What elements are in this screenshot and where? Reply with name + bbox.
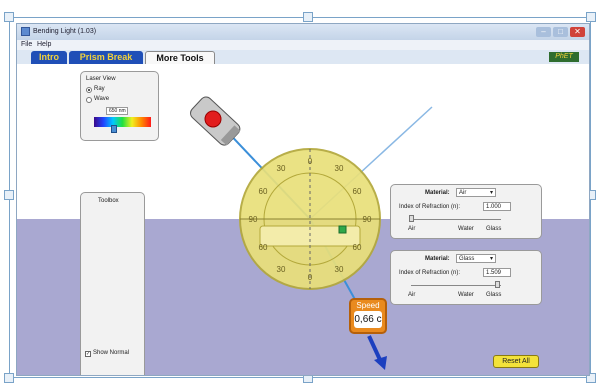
speed-value: 0,66 c bbox=[354, 311, 382, 328]
lower-index-label: Index of Refraction (n): bbox=[399, 270, 461, 276]
lower-material-value: Glass bbox=[459, 256, 475, 262]
resize-handle-left[interactable] bbox=[4, 190, 14, 200]
upper-medium-panel: Material: Air ▾ Index of Refraction (n):… bbox=[390, 184, 542, 239]
protractor-label: 0 bbox=[308, 273, 313, 282]
lower-material-label: Material: bbox=[425, 256, 450, 262]
upper-scale-water: Water bbox=[458, 226, 474, 232]
simulation-area: 0 30 60 90 60 30 0 30 60 90 60 30 Laser … bbox=[17, 64, 589, 375]
chevron-down-icon: ▾ bbox=[489, 190, 493, 196]
ray-label: Ray bbox=[94, 86, 105, 92]
protractor-label: 30 bbox=[277, 265, 286, 274]
laser-view-panel: Laser View Ray Wave 650 nm bbox=[80, 71, 159, 141]
protractor-label: 30 bbox=[335, 265, 344, 274]
tab-bar: Intro Prism Break More Tools PhET bbox=[17, 50, 589, 64]
lower-index-slider-thumb[interactable] bbox=[495, 281, 500, 288]
laser-view-title: Laser View bbox=[86, 76, 116, 82]
ray-radio[interactable] bbox=[86, 87, 92, 93]
wavelength-slider-thumb[interactable] bbox=[111, 125, 117, 133]
app-icon bbox=[21, 27, 30, 36]
upper-material-label: Material: bbox=[425, 190, 450, 196]
upper-material-select[interactable]: Air ▾ bbox=[456, 188, 496, 197]
close-button[interactable]: ✕ bbox=[570, 27, 585, 37]
chevron-down-icon: ▾ bbox=[489, 256, 493, 262]
tab-intro[interactable]: Intro bbox=[31, 51, 67, 64]
velocity-sensor-icon[interactable]: Speed 0,66 c bbox=[349, 298, 387, 334]
menu-help[interactable]: Help bbox=[37, 41, 51, 48]
lower-scale-glass: Glass bbox=[486, 292, 502, 298]
resize-handle-top-right[interactable] bbox=[586, 12, 596, 22]
wave-radio[interactable] bbox=[86, 97, 92, 103]
menu-file[interactable]: File bbox=[21, 41, 32, 48]
reset-all-button[interactable]: Reset All bbox=[493, 355, 539, 368]
menu-bar: File Help bbox=[17, 40, 589, 50]
lower-index-input[interactable]: 1.509 bbox=[483, 268, 511, 277]
app-window: Bending Light (1.03) – □ ✕ File Help Int… bbox=[16, 23, 590, 376]
resize-handle-top-left[interactable] bbox=[4, 12, 14, 22]
resize-handle-top[interactable] bbox=[303, 12, 313, 22]
velocity-arrow-head bbox=[374, 356, 387, 370]
protractor-rotate-handle[interactable] bbox=[338, 225, 347, 234]
resize-handle-bottom-left[interactable] bbox=[4, 373, 14, 383]
upper-index-label: Index of Refraction (n): bbox=[399, 204, 461, 210]
lower-scale-air: Air bbox=[408, 292, 416, 298]
upper-material-value: Air bbox=[459, 190, 467, 196]
protractor-label: 60 bbox=[259, 243, 268, 252]
protractor-label: 60 bbox=[353, 243, 362, 252]
toolbox-panel: Toolbox ✓ Show Normal bbox=[80, 192, 145, 375]
upper-scale-glass: Glass bbox=[486, 226, 502, 232]
tab-more-tools[interactable]: More Tools bbox=[145, 51, 215, 64]
velocity-arrow bbox=[367, 335, 383, 363]
maximize-button[interactable]: □ bbox=[553, 27, 568, 37]
show-normal-checkbox[interactable]: ✓ bbox=[85, 351, 91, 357]
toolbox-title: Toolbox bbox=[98, 198, 119, 204]
protractor-label: 90 bbox=[363, 215, 372, 224]
phet-logo: PhET bbox=[549, 52, 579, 62]
minimize-button[interactable]: – bbox=[536, 27, 551, 37]
window-title: Bending Light (1.03) bbox=[33, 28, 97, 35]
speed-label: Speed bbox=[356, 301, 380, 310]
protractor-label: 60 bbox=[353, 187, 362, 196]
protractor-label: 30 bbox=[335, 164, 344, 173]
protractor-icon[interactable] bbox=[239, 148, 381, 290]
protractor-label: 30 bbox=[277, 164, 286, 173]
lower-medium-panel: Material: Glass ▾ Index of Refraction (n… bbox=[390, 250, 542, 305]
lower-material-select[interactable]: Glass ▾ bbox=[456, 254, 496, 263]
wave-label: Wave bbox=[94, 96, 110, 102]
wavelength-readout[interactable]: 650 nm bbox=[106, 107, 128, 115]
upper-scale-air: Air bbox=[408, 226, 416, 232]
protractor-label: 0 bbox=[308, 157, 313, 166]
upper-index-slider-thumb[interactable] bbox=[409, 215, 414, 222]
upper-index-slider[interactable] bbox=[411, 219, 501, 220]
lower-scale-water: Water bbox=[458, 292, 474, 298]
upper-index-input[interactable]: 1.000 bbox=[483, 202, 511, 211]
lower-index-slider[interactable] bbox=[411, 285, 501, 286]
show-normal-label: Show Normal bbox=[93, 350, 130, 356]
tab-prism-break[interactable]: Prism Break bbox=[69, 51, 143, 64]
wavelength-spectrum-slider[interactable] bbox=[94, 117, 151, 127]
protractor-label: 60 bbox=[259, 187, 268, 196]
title-bar: Bending Light (1.03) – □ ✕ bbox=[17, 24, 589, 40]
protractor-label: 90 bbox=[249, 215, 258, 224]
